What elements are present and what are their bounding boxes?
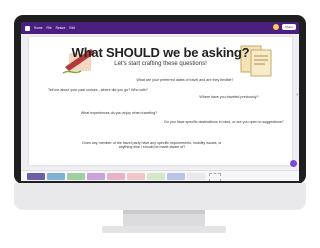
page-thumbnail[interactable] — [27, 173, 45, 180]
monitor-chin — [14, 183, 306, 210]
next-page-chevron-icon[interactable]: › — [296, 92, 298, 98]
share-button[interactable]: Share — [281, 24, 296, 30]
question-text: What experiences do you enjoy when trave… — [80, 111, 158, 115]
page-thumbnail[interactable] — [47, 173, 65, 180]
home-icon[interactable] — [25, 25, 30, 31]
page-thumbnail[interactable] — [107, 173, 125, 180]
avatar[interactable] — [272, 24, 279, 30]
question-text: Do you have specific destinations in min… — [164, 120, 284, 124]
page-thumbnail[interactable] — [167, 173, 185, 180]
add-page-button[interactable] — [209, 173, 221, 181]
question-text: Does any member of the travel party have… — [82, 141, 222, 150]
toolbar-menu: Home File Resize Edit — [25, 25, 75, 31]
question-text: What are your preferred dates of travel … — [136, 78, 234, 82]
question-text: Where have you traveled previously? — [199, 95, 259, 99]
menu-resize[interactable]: Resize — [56, 26, 66, 30]
slide[interactable]: What SHOULD we be asking? Let's start cr… — [29, 37, 292, 165]
toolbar-right: Share — [272, 24, 296, 30]
editor-toolbar: Home File Resize Edit Share — [21, 22, 299, 34]
page-thumbnail[interactable] — [87, 173, 105, 180]
question-text: Tell me about your past cruises - where … — [48, 88, 148, 92]
page-thumbnail[interactable] — [67, 173, 85, 180]
canvas-area: What SHOULD we be asking? Let's start cr… — [21, 34, 299, 169]
page-filmstrip — [21, 170, 299, 181]
monitor-stand-base — [102, 226, 226, 233]
page-thumbnail[interactable] — [147, 173, 165, 180]
menu-file[interactable]: File — [47, 26, 52, 30]
screen: Home File Resize Edit Share What SHOULD … — [21, 22, 299, 181]
menu-home[interactable]: Home — [34, 26, 43, 30]
page-thumbnail[interactable] — [187, 173, 205, 180]
help-icon[interactable] — [290, 160, 297, 167]
slide-subtitle: Let's start crafting these questions! — [114, 61, 207, 67]
page-thumbnail[interactable] — [127, 173, 145, 180]
monitor-stand-shadow — [123, 210, 205, 214]
slide-title: What SHOULD we be asking? — [71, 45, 250, 60]
menu-edit[interactable]: Edit — [69, 26, 75, 30]
